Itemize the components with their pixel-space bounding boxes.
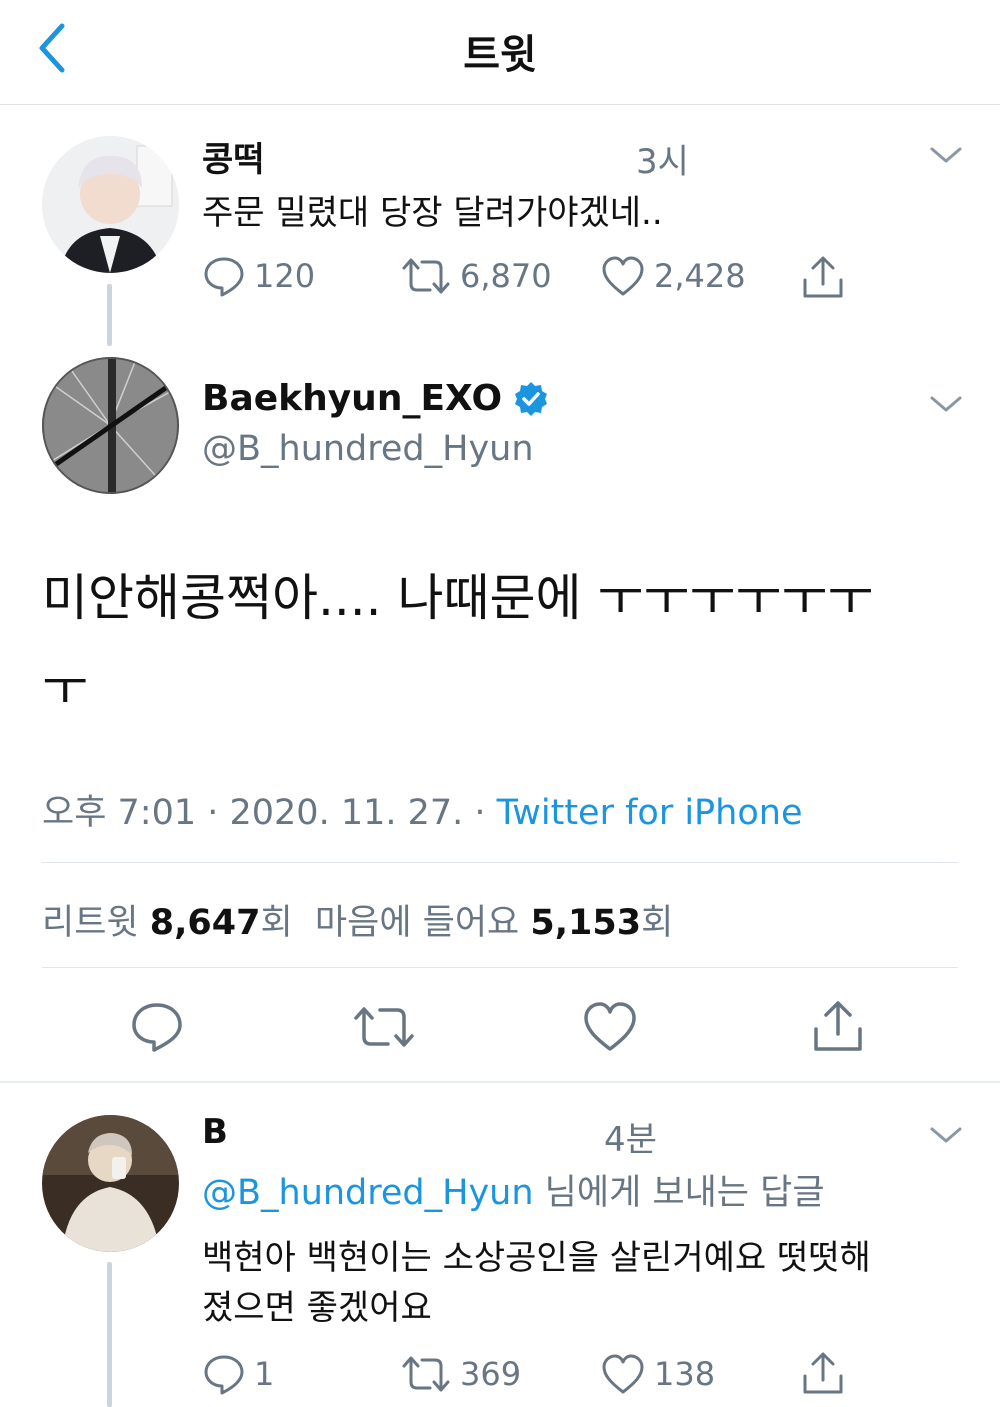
retweet-count: 6,870	[460, 257, 552, 295]
tweet-text: 미안해콩쩍아.... 나때문에 ㅜㅜㅜㅜㅜㅜ	[42, 569, 874, 627]
tweet-time: 4분	[604, 1120, 657, 1160]
comment-icon	[204, 1355, 244, 1395]
author-name-row: Baekhyun_EXO	[202, 378, 550, 419]
retweet-icon	[402, 1356, 450, 1392]
reply-count: 120	[254, 257, 316, 295]
chevron-down-icon	[930, 396, 962, 412]
like-button[interactable]: 2,428	[600, 254, 746, 298]
author-name[interactable]: B	[202, 1112, 228, 1152]
likes-count: 5,153	[530, 903, 642, 943]
retweet-icon	[354, 1007, 414, 1047]
retweets-count: 8,647	[149, 903, 261, 943]
tweet-timestamp: 오후 7:01 · 2020. 11. 27. ·	[42, 793, 497, 833]
verified-badge-icon	[515, 381, 548, 416]
reply-context: @B_hundred_Hyun 님에게 보내는 답글	[202, 1164, 825, 1215]
share-icon	[814, 1001, 862, 1051]
retweet-icon	[402, 258, 450, 294]
author-name[interactable]: Baekhyun_EXO	[202, 378, 502, 419]
thread-connector	[107, 284, 112, 346]
avatar[interactable]	[42, 1115, 179, 1252]
tweet-menu-button[interactable]	[926, 140, 966, 170]
like-button[interactable]: 138	[600, 1352, 715, 1396]
chevron-down-icon	[930, 147, 962, 163]
tweet-text-continued: ㅜ	[42, 659, 88, 717]
tweet-time: 3시	[636, 142, 689, 182]
author-handle[interactable]: @B_hundred_Hyun	[202, 429, 534, 469]
tweet-text-continued: 졌으면 좋겠어요	[202, 1288, 432, 1328]
tweet-stats: 리트윗 8,647회 마음에 들어요 5,153회	[42, 894, 673, 945]
share-button[interactable]	[800, 254, 846, 300]
divider	[42, 967, 958, 968]
author-name[interactable]: 콩떡	[202, 132, 265, 181]
share-icon	[803, 256, 843, 298]
tweet-source-link[interactable]: Twitter for iPhone	[497, 793, 803, 833]
retweets-stat[interactable]: 리트윗 8,647회	[42, 903, 293, 943]
tweet-text: 주문 밀렸대 당장 달려가야겠네..	[202, 193, 663, 233]
share-button[interactable]	[810, 998, 866, 1058]
like-button[interactable]	[582, 1000, 638, 1058]
avatar[interactable]	[42, 357, 179, 494]
chevron-down-icon	[930, 1127, 962, 1143]
tweet-text: 백현아 백현이는 소상공인을 살린거예요 떳떳해	[202, 1238, 871, 1278]
top-bar: 트윗	[0, 0, 1000, 105]
reply-context-label: 님에게 보내는 답글	[533, 1173, 825, 1213]
tweet-meta: 오후 7:01 · 2020. 11. 27. · Twitter for iP…	[42, 784, 802, 835]
comment-icon	[204, 257, 244, 297]
reply-mention-link[interactable]: @B_hundred_Hyun	[202, 1173, 534, 1213]
retweet-button[interactable]: 369	[400, 1352, 521, 1396]
divider	[42, 862, 958, 863]
section-divider	[0, 1081, 1000, 1083]
likes-stat[interactable]: 마음에 들어요 5,153회	[315, 903, 673, 943]
reply-button[interactable]: 1	[202, 1352, 274, 1396]
avatar[interactable]	[42, 136, 179, 273]
retweet-button[interactable]: 6,870	[400, 254, 552, 298]
page-title: 트윗	[463, 32, 537, 78]
reply-button[interactable]	[130, 1000, 184, 1058]
like-count: 2,428	[654, 257, 746, 295]
share-button[interactable]	[800, 1350, 846, 1396]
like-count: 138	[654, 1355, 716, 1393]
reply-count: 1	[254, 1355, 275, 1393]
reply-button[interactable]: 120	[202, 254, 315, 298]
share-icon	[803, 1352, 843, 1394]
tweet-menu-button[interactable]	[926, 1120, 966, 1150]
heart-icon	[584, 1002, 636, 1051]
retweet-button[interactable]	[352, 1002, 416, 1056]
tweet-menu-button[interactable]	[926, 389, 966, 419]
heart-icon	[602, 1354, 644, 1394]
heart-icon	[602, 256, 644, 296]
comment-icon	[132, 1003, 182, 1052]
retweet-count: 369	[460, 1355, 522, 1393]
thread-connector	[107, 1262, 112, 1407]
